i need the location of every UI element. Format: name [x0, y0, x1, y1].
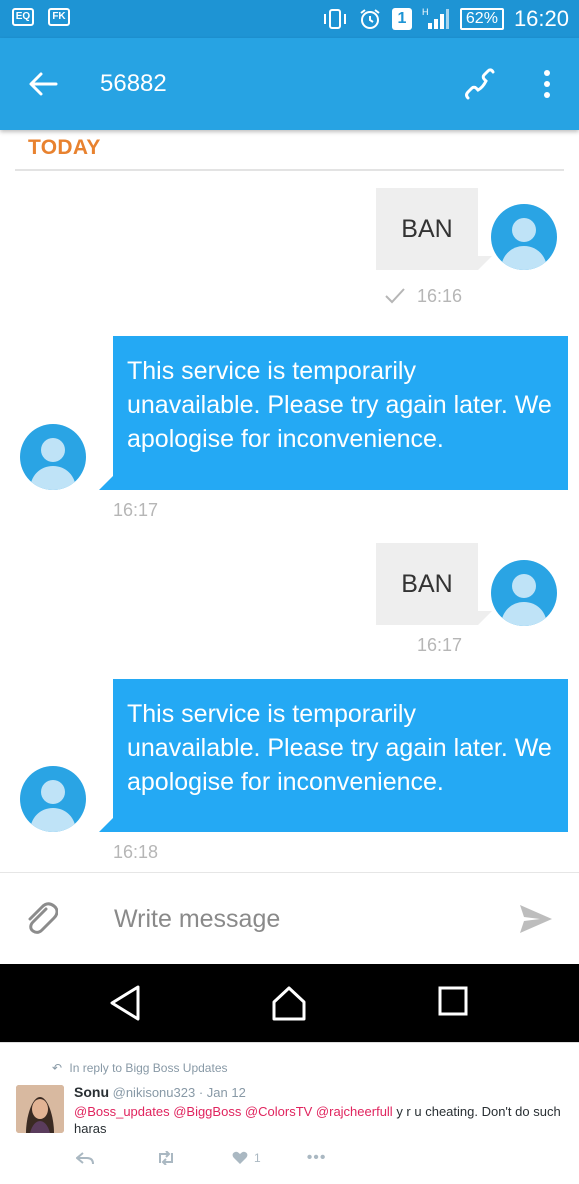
message-text: This service is temporarily unavailable.… — [127, 700, 552, 796]
status-bar: EQ FK 1 H 62% 16:20 — [0, 0, 579, 38]
tweet-actions: 1 ••• — [76, 1149, 327, 1167]
tweet-author-name[interactable]: Sonu — [74, 1084, 109, 1100]
like-count: 1 — [254, 1151, 261, 1165]
system-navigation-bar — [0, 964, 579, 1042]
outgoing-message-bubble[interactable]: BAN — [376, 188, 478, 270]
nav-back-icon[interactable] — [108, 984, 142, 1022]
message-timestamp: 16:18 — [113, 842, 159, 862]
send-icon[interactable] — [518, 903, 554, 935]
bubble-tail — [99, 818, 113, 832]
incoming-message-bubble[interactable]: This service is temporarily unavailable.… — [113, 679, 568, 832]
conversation-title: 56882 — [100, 70, 167, 97]
avatar — [20, 424, 86, 490]
avatar — [491, 204, 557, 270]
nav-recents-icon[interactable] — [438, 986, 468, 1016]
more-icon[interactable]: ••• — [307, 1149, 327, 1167]
date-header: TODAY — [28, 136, 101, 159]
tweet-card: ↶ In reply to Bigg Boss Updates Sonu @ni… — [0, 1042, 579, 1184]
alarm-icon — [360, 9, 380, 29]
app-bar: 56882 — [0, 38, 579, 130]
message-text: BAN — [401, 215, 453, 243]
reply-icon[interactable] — [76, 1151, 94, 1165]
clock: 16:20 — [513, 6, 569, 31]
back-arrow-icon[interactable] — [26, 68, 60, 100]
reply-context: ↶ In reply to Bigg Boss Updates — [52, 1061, 228, 1075]
profile-photo — [16, 1085, 64, 1133]
message-timestamp: 16:16 — [417, 286, 463, 306]
message-text: This service is temporarily unavailable.… — [127, 357, 552, 453]
bubble-tail — [478, 611, 492, 625]
reply-arrow-icon: ↶ — [52, 1061, 63, 1075]
bubble-tail — [478, 256, 492, 270]
message-timestamp: 16:17 — [113, 500, 159, 520]
svg-text:H: H — [422, 7, 429, 17]
nav-home-icon[interactable] — [270, 984, 308, 1022]
more-options-icon[interactable] — [536, 68, 558, 100]
signal-icon: H — [422, 7, 449, 29]
tweet-header: Sonu @nikisonu323 · Jan 12 — [74, 1084, 246, 1100]
date-divider — [15, 169, 564, 171]
retweet-icon[interactable] — [156, 1151, 176, 1165]
message-input[interactable] — [112, 897, 496, 941]
attachment-icon[interactable] — [24, 899, 58, 939]
battery-indicator: 62% — [459, 8, 504, 30]
phone-icon[interactable] — [462, 68, 496, 102]
vibrate-icon — [323, 9, 346, 29]
contact-avatar-icon — [501, 574, 547, 626]
contact-avatar-icon — [30, 780, 76, 832]
tweet-text: @Boss_updates @BiggBoss @ColorsTV @rajch… — [74, 1103, 569, 1137]
message-timestamp: 16:17 — [417, 635, 463, 655]
sim-badge: 1 — [391, 8, 412, 30]
delivered-check-icon — [385, 288, 405, 304]
tweet-mentions[interactable]: @Boss_updates @BiggBoss @ColorsTV @rajch… — [74, 1104, 393, 1119]
avatar — [491, 560, 557, 626]
contact-avatar-icon — [30, 438, 76, 490]
like-icon[interactable] — [232, 1151, 248, 1165]
reply-to-text: In reply to Bigg Boss Updates — [69, 1061, 228, 1075]
tweet-handle-date: @nikisonu323 · Jan 12 — [112, 1085, 246, 1100]
contact-avatar-icon — [501, 218, 547, 270]
tweet-avatar[interactable] — [16, 1085, 64, 1133]
avatar — [20, 766, 86, 832]
message-composer — [0, 872, 579, 965]
outgoing-message-bubble[interactable]: BAN — [376, 543, 478, 625]
fk-icon: FK — [48, 8, 70, 26]
incoming-message-bubble[interactable]: This service is temporarily unavailable.… — [113, 336, 568, 490]
bubble-tail — [99, 476, 113, 490]
eq-icon: EQ — [12, 8, 34, 26]
message-text: BAN — [401, 570, 453, 598]
